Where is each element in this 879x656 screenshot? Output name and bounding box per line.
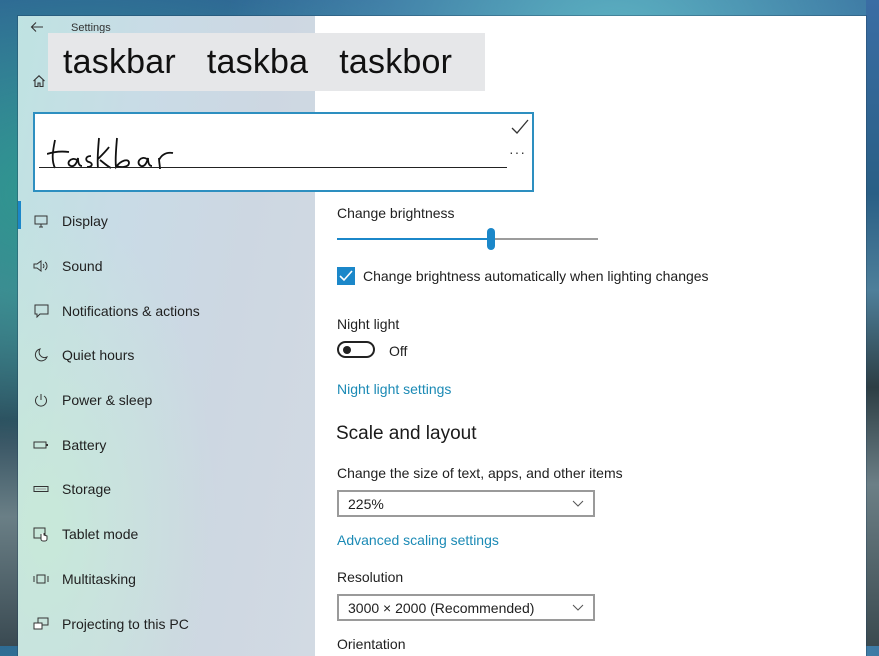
sidebar-item-label: Battery [62, 436, 107, 453]
suggestion-item[interactable]: taskba [192, 43, 308, 82]
handwriting-suggestions-bar: taskbar taskba taskbor [48, 33, 485, 91]
resolution-dropdown-value: 3000 × 2000 (Recommended) [348, 599, 535, 616]
sidebar-item-multitasking[interactable]: Multitasking [18, 557, 315, 602]
home-icon[interactable] [32, 74, 48, 90]
speaker-icon [33, 258, 49, 274]
toggle-knob [343, 346, 351, 354]
sidebar-item-power-sleep[interactable]: Power & sleep [18, 378, 315, 423]
night-light-toggle[interactable] [337, 341, 375, 358]
sidebar-item-display[interactable]: Display [18, 199, 315, 244]
back-arrow-icon[interactable] [30, 20, 46, 36]
scale-layout-heading: Scale and layout [336, 423, 477, 444]
sidebar-item-label: Display [62, 213, 108, 230]
checkmark-icon[interactable] [510, 118, 530, 136]
multitasking-icon [33, 571, 49, 587]
resolution-label: Resolution [337, 569, 404, 585]
sidebar-item-label: Multitasking [62, 570, 136, 587]
sidebar-item-label: Notifications & actions [62, 302, 200, 319]
tablet-mode-icon [33, 526, 49, 542]
sidebar-item-tablet-mode[interactable]: Tablet mode [18, 512, 315, 557]
handwritten-ink [47, 137, 174, 170]
ink-baseline [39, 167, 507, 168]
handwriting-panel[interactable]: ··· [33, 112, 534, 192]
sidebar-item-quiet-hours[interactable]: Quiet hours [18, 333, 315, 378]
chevron-down-icon [572, 500, 584, 507]
projecting-icon [33, 616, 49, 632]
storage-icon [33, 481, 49, 497]
desktop-wallpaper [866, 0, 879, 646]
sidebar-item-notifications[interactable]: Notifications & actions [18, 288, 315, 333]
notification-icon [33, 303, 49, 319]
sidebar-item-label: Projecting to this PC [62, 615, 189, 632]
brightness-slider[interactable] [337, 228, 598, 250]
more-dots-icon[interactable]: ··· [509, 144, 526, 160]
sidebar-item-label: Tablet mode [62, 526, 139, 543]
slider-fill [337, 238, 491, 240]
auto-brightness-label: Change brightness automatically when lig… [363, 268, 709, 284]
night-light-state: Off [389, 343, 408, 359]
sidebar-nav: Display Sound Notifications & actions Qu… [18, 199, 315, 646]
scale-dropdown-value: 225% [348, 495, 384, 512]
sidebar-item-battery[interactable]: Battery [18, 422, 315, 467]
resolution-dropdown[interactable]: 3000 × 2000 (Recommended) [337, 594, 595, 621]
power-icon [33, 392, 49, 408]
battery-icon [33, 437, 49, 453]
checkmark-icon [339, 270, 353, 282]
night-light-settings-link[interactable]: Night light settings [337, 381, 451, 397]
scale-dropdown[interactable]: 225% [337, 490, 595, 517]
sidebar-item-label: Sound [62, 258, 103, 275]
sidebar-item-projecting[interactable]: Projecting to this PC [18, 601, 315, 646]
sidebar-item-sound[interactable]: Sound [18, 244, 315, 289]
suggestion-item[interactable]: taskbar [48, 43, 176, 82]
sidebar-item-label: Power & sleep [62, 392, 153, 409]
orientation-label: Orientation [337, 636, 406, 652]
moon-icon [33, 347, 49, 363]
monitor-icon [33, 213, 49, 229]
chevron-down-icon [572, 604, 584, 611]
night-light-label: Night light [337, 316, 400, 332]
auto-brightness-checkbox[interactable] [337, 267, 355, 285]
size-label: Change the size of text, apps, and other… [337, 465, 623, 481]
suggestion-item[interactable]: taskbor [324, 43, 452, 82]
sidebar-item-label: Quiet hours [62, 347, 135, 364]
sidebar-item-storage[interactable]: Storage [18, 467, 315, 512]
sidebar-item-label: Storage [62, 481, 112, 498]
brightness-label: Change brightness [337, 205, 455, 221]
slider-thumb[interactable] [486, 228, 495, 250]
advanced-scaling-link[interactable]: Advanced scaling settings [337, 532, 499, 548]
